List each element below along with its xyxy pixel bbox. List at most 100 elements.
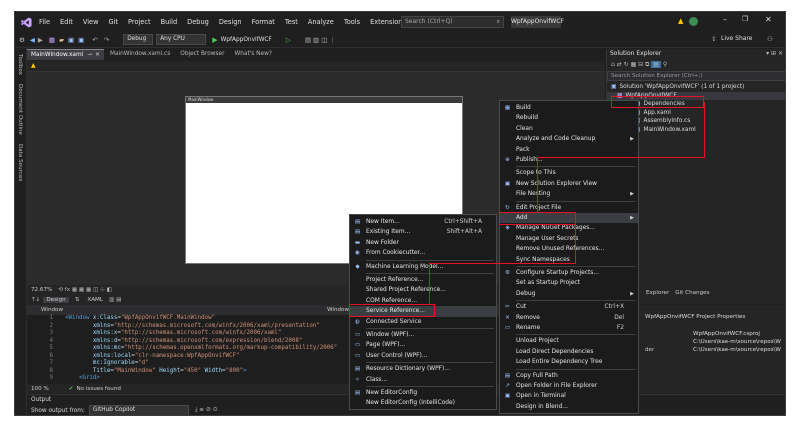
add-menu-new-folder[interactable]: ▬ New Folder bbox=[350, 238, 496, 248]
document-outline-tab[interactable]: Document Outline bbox=[17, 84, 23, 135]
toolbox-tab[interactable]: Toolbox bbox=[17, 54, 23, 75]
menu-rebuild[interactable]: Rebuild bbox=[500, 113, 638, 123]
menu-manage-user-secrets[interactable]: Manage User Secrets bbox=[500, 234, 638, 244]
add-menu-user-control-wpf[interactable]: ▭ User Control (WPF)... bbox=[350, 351, 496, 361]
pane-options-icon[interactable]: ▾ ⊞ ✕ bbox=[766, 49, 783, 59]
open-icon[interactable]: ▰ bbox=[59, 36, 64, 44]
add-menu-existing-item[interactable]: ▤ Existing Item... Shift+Alt+A bbox=[350, 227, 496, 237]
menu-debug[interactable]: Debug bbox=[187, 18, 209, 26]
data-sources-tab[interactable]: Data Sources bbox=[17, 144, 23, 181]
designer-tools-icon[interactable]: ⟲ fx ▦ ▦ ▦ ◫ ⊹ ◧ bbox=[58, 287, 112, 293]
configuration-select[interactable]: Debug bbox=[123, 34, 154, 45]
document-tab[interactable]: MainWindow.xaml ⊸ ✕ bbox=[27, 49, 104, 60]
menu-unload-project[interactable]: Unload Project bbox=[500, 336, 638, 346]
save-all-icon[interactable]: ▣ bbox=[78, 36, 84, 44]
add-menu-resource-dictionary-wpf[interactable]: ▤ Resource Dictionary (WPF)... bbox=[350, 364, 496, 374]
document-tab[interactable]: Object Browser bbox=[176, 49, 228, 60]
close-icon[interactable]: ✕ bbox=[765, 15, 772, 24]
menu-analyze[interactable]: Analyze bbox=[308, 18, 334, 26]
forward-icon[interactable]: ▶ bbox=[38, 36, 43, 44]
menu-cut[interactable]: ✂ Cut Ctrl+X bbox=[500, 302, 638, 312]
menu-design[interactable]: Design bbox=[219, 18, 242, 26]
back-icon[interactable]: ◀ bbox=[30, 36, 35, 44]
menu-open-folder-in-file-explorer[interactable]: ↗ Open Folder in File Explorer bbox=[500, 381, 638, 391]
menu-format[interactable]: Format bbox=[252, 18, 275, 26]
property-row[interactable]: C:\Users\kae-m\source\repos\W bbox=[645, 338, 785, 346]
menu-debug[interactable]: Debug ▶ bbox=[500, 289, 638, 299]
menu-git[interactable]: Git bbox=[108, 18, 118, 26]
account-icon[interactable]: ⚇ bbox=[767, 35, 773, 43]
platform-select[interactable]: Any CPU bbox=[156, 34, 207, 45]
output-tools-icon[interactable]: ⤓ ≡ ⊘ ⊙ bbox=[195, 407, 218, 414]
git-changes-tab[interactable]: Git Changes bbox=[675, 290, 709, 296]
add-menu-new-editorconfig[interactable]: ▤ New EditorConfig bbox=[350, 388, 496, 398]
editor-zoom[interactable]: 100 % bbox=[31, 386, 49, 392]
add-menu-window-wpf[interactable]: ▭ Window (WPF)... bbox=[350, 330, 496, 340]
close-tab-icon[interactable]: ✕ bbox=[95, 52, 100, 58]
settings-icon[interactable]: ⚙ bbox=[19, 36, 25, 44]
property-row[interactable]: der C:\Users\kae-m\source\repos\W bbox=[645, 346, 785, 354]
menu-open-in-terminal[interactable]: ▣ Open in Terminal bbox=[500, 391, 638, 401]
run-target-label[interactable]: WpfAppOnvifWCF bbox=[221, 37, 272, 43]
add-menu-class[interactable]: ✧ Class... bbox=[350, 375, 496, 385]
menu-file[interactable]: File bbox=[39, 18, 50, 26]
new-project-icon[interactable]: ▦ bbox=[49, 36, 55, 44]
output-source-select[interactable]: GitHub Copilot bbox=[88, 405, 189, 415]
add-menu-from-cookiecutter[interactable]: ◉ From Cookiecutter... bbox=[350, 248, 496, 258]
tree-solution[interactable]: ▣ Solution 'WpfAppOnvifWCF' (1 of 1 proje… bbox=[607, 83, 785, 92]
designer-zoom-value[interactable]: 72.67% bbox=[31, 287, 52, 293]
search-box[interactable]: Search (Ctrl+Q) ⌕ bbox=[401, 16, 504, 28]
pin-icon[interactable]: ⊸ bbox=[87, 52, 92, 58]
menu-view[interactable]: View bbox=[83, 18, 99, 26]
live-share-label[interactable]: Live Share bbox=[721, 35, 752, 42]
split-icon[interactable]: ▥ ▤ bbox=[109, 297, 121, 303]
menu-edit[interactable]: Edit bbox=[60, 18, 73, 26]
add-menu-new-editorconfig-intellicode[interactable]: New EditorConfig (IntelliCode) bbox=[350, 398, 496, 408]
menu-scope-to-this[interactable]: Scope to This bbox=[500, 168, 638, 178]
element-path-right[interactable]: Window bbox=[327, 307, 349, 313]
copilot-icon[interactable] bbox=[689, 17, 698, 26]
menu-clean[interactable]: Clean bbox=[500, 124, 638, 134]
solution-explorer-search[interactable]: Search Solution Explorer (Ctrl+;) bbox=[607, 71, 785, 81]
run-icon[interactable]: ▶ bbox=[212, 36, 217, 44]
element-path-left[interactable]: Window bbox=[41, 307, 63, 313]
explorer-tab[interactable]: Explorer bbox=[646, 290, 669, 296]
menu-tools[interactable]: Tools bbox=[344, 18, 360, 26]
add-menu-shared-project-reference[interactable]: Shared Project Reference... bbox=[350, 285, 496, 295]
menu-new-solution-explorer-view[interactable]: ▣ New Solution Explorer View bbox=[500, 179, 638, 189]
maximize-icon[interactable]: ❐ bbox=[742, 15, 748, 23]
xaml-tab[interactable]: XAML bbox=[87, 297, 103, 303]
document-tab[interactable]: What's New? bbox=[230, 49, 275, 60]
menu-design-in-blend[interactable]: Design in Blend... bbox=[500, 402, 638, 412]
menu-remove-unused-references[interactable]: Remove Unused References... bbox=[500, 244, 638, 254]
property-row[interactable]: WpfAppOnvifWCF.csproj bbox=[645, 330, 785, 338]
add-menu-page-wpf[interactable]: ▭ Page (WPF)... bbox=[350, 340, 496, 350]
undo-icon[interactable]: ↶ bbox=[92, 36, 97, 44]
menu-configure-startup-projects[interactable]: ⚙ Configure Startup Projects... bbox=[500, 268, 638, 278]
add-menu-new-item[interactable]: ▤ New Item... Ctrl+Shift+A bbox=[350, 217, 496, 227]
add-menu-connected-service[interactable]: ◍ Connected Service bbox=[350, 317, 496, 327]
menu-load-entire-dependency-tree[interactable]: Load Entire Dependency Tree bbox=[500, 357, 638, 367]
menu-pack[interactable]: Pack bbox=[500, 145, 638, 155]
menu-set-as-startup-project[interactable]: Set as Startup Project bbox=[500, 278, 638, 288]
menu-build[interactable]: Build bbox=[161, 18, 178, 26]
toolbar-tools-icon[interactable]: ▤ ▥ ◫ ⋮ bbox=[305, 36, 336, 44]
save-icon[interactable]: ▣ bbox=[68, 36, 74, 44]
menu-analyze-and-code-cleanup[interactable]: Analyze and Code Cleanup ▶ bbox=[500, 134, 638, 144]
swap-icon[interactable]: ⇅ bbox=[75, 297, 80, 303]
minimize-icon[interactable]: – bbox=[723, 15, 727, 24]
menu-project[interactable]: Project bbox=[128, 18, 151, 26]
run-without-debug-icon[interactable]: ▷ bbox=[286, 36, 291, 44]
redo-icon[interactable]: ↷ bbox=[104, 36, 109, 44]
add-menu-project-reference[interactable]: Project Reference... bbox=[350, 275, 496, 285]
menu-test[interactable]: Test bbox=[285, 18, 298, 26]
menu-copy-full-path[interactable]: ▤ Copy Full Path bbox=[500, 371, 638, 381]
menu-file-nesting[interactable]: File Nesting ▶ bbox=[500, 189, 638, 199]
design-tab[interactable]: Design bbox=[43, 297, 69, 303]
document-tab[interactable]: MainWindow.xaml.cs bbox=[106, 49, 174, 60]
menu-remove[interactable]: ✕ Remove Del bbox=[500, 313, 638, 323]
menu-rename[interactable]: ▭ Rename F2 bbox=[500, 323, 638, 333]
menu-load-direct-dependencies[interactable]: Load Direct Dependencies bbox=[500, 347, 638, 357]
live-share-icon[interactable]: ⇪ bbox=[711, 35, 716, 43]
warning-icon[interactable]: ▲ bbox=[678, 17, 683, 25]
